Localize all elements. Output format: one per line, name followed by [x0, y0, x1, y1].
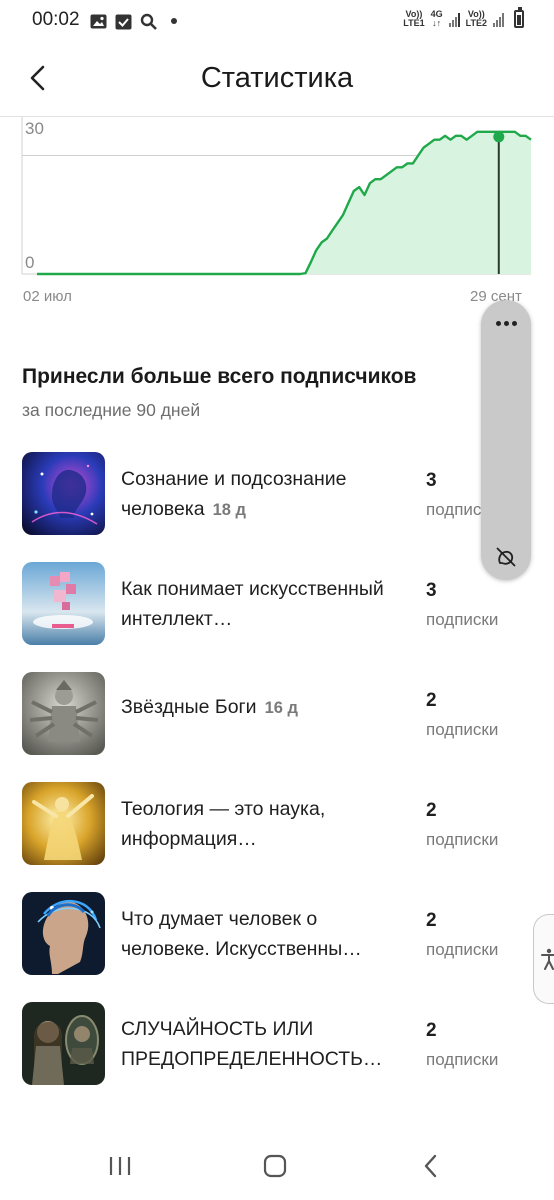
subscriber-count: 2 — [426, 1020, 437, 1041]
network-4g-label: 4G ↓↑ — [430, 9, 443, 28]
list-item[interactable]: СЛУЧАЙНОСТЬ ИЛИ ПРЕДОПРЕДЕЛЕННОСТЬ… 2 по… — [0, 1002, 554, 1112]
chart-svg — [0, 116, 554, 276]
nav-back-button[interactable] — [406, 1148, 456, 1184]
dot-icon — [171, 18, 177, 24]
article-title: Как понимает искусственный интеллект… — [121, 578, 384, 630]
floating-panel[interactable] — [481, 300, 531, 580]
sim2-label: Vo)) LTE2 — [465, 9, 487, 28]
subscriber-count: 2 — [426, 910, 437, 931]
subscriber-unit: подписки — [426, 940, 499, 959]
more-horizontal-icon[interactable] — [481, 308, 531, 338]
article-thumbnail — [22, 672, 105, 755]
battery-fill — [517, 15, 521, 25]
status-right: Vo)) LTE1 4G ↓↑ Vo)) LTE2 — [403, 7, 524, 28]
list-item[interactable]: Что думает человек о человеке. Искусстве… — [0, 892, 554, 1002]
recents-button[interactable] — [95, 1148, 145, 1184]
list-item[interactable]: Теология — это наука, информация… 2 подп… — [0, 782, 554, 892]
section-title: Принесли больше всего подписчиков — [22, 365, 417, 388]
chart-area — [37, 131, 531, 274]
subscriber-unit: подписки — [426, 1050, 499, 1069]
article-thumbnail — [22, 1002, 105, 1085]
status-bar: 00:02 Vo)) LTE1 4G ↓↑ Vo)) LTE2 — [0, 0, 554, 44]
header: Статистика — [0, 44, 554, 116]
article-title: Теология — это наука, информация… — [121, 798, 326, 850]
calendar-check-icon — [115, 13, 132, 30]
article-thumbnail — [22, 452, 105, 535]
subscriber-unit: подписки — [426, 610, 499, 629]
y-tick-label: 30 — [25, 119, 44, 138]
home-button[interactable] — [250, 1148, 300, 1184]
hide-panel-icon[interactable] — [489, 540, 523, 574]
home-icon — [263, 1154, 287, 1178]
article-title: Звёздные Боги 16 д — [121, 696, 298, 718]
x-tick-label: 02 июл — [23, 288, 72, 305]
article-thumbnail — [22, 562, 105, 645]
section-subtitle: за последние 90 дней — [22, 400, 201, 420]
search-icon — [140, 13, 157, 30]
status-time: 00:02 — [32, 9, 80, 30]
article-age: 18 д — [212, 501, 247, 519]
signal-icon — [448, 11, 460, 27]
gallery-icon — [90, 13, 107, 30]
accessibility-button[interactable] — [533, 914, 554, 1004]
y-tick-label: 0 — [25, 253, 35, 272]
chart-selection-point — [493, 131, 505, 143]
article-title: Что думает человек о человеке. Искусстве… — [121, 908, 362, 960]
article-thumbnail — [22, 892, 105, 975]
list-item[interactable]: Звёздные Боги 16 д 2 подписки — [0, 672, 554, 782]
back-icon — [424, 1154, 437, 1178]
page-title: Статистика — [200, 62, 354, 94]
subscriber-unit: подписки — [426, 720, 499, 739]
article-age: 16 д — [264, 699, 298, 717]
sim1-label: Vo)) LTE1 — [403, 9, 425, 28]
accessibility-icon — [540, 948, 554, 970]
signal-icon — [493, 11, 504, 27]
subscriber-unit: подписки — [426, 830, 499, 849]
subscriber-count: 2 — [426, 800, 437, 821]
navigation-bar — [0, 1130, 554, 1200]
subscribers-chart[interactable]: 02 июл 29 сент 30 0 — [0, 116, 554, 316]
subscriber-count: 3 — [426, 470, 437, 491]
list-item[interactable]: Как понимает искусственный интеллект… 3 … — [0, 562, 554, 672]
article-title: Сознание и подсознание человека 18 д — [121, 468, 347, 520]
article-thumbnail — [22, 782, 105, 865]
recents-icon — [109, 1157, 131, 1175]
article-title: СЛУЧАЙНОСТЬ ИЛИ ПРЕДОПРЕДЕЛЕННОСТЬ… — [121, 1018, 383, 1070]
subscriber-count: 3 — [426, 580, 437, 601]
battery-icon — [514, 7, 524, 28]
list-item[interactable]: Сознание и подсознание человека 18 д 3 по… — [0, 452, 554, 562]
status-icons-left — [90, 11, 177, 31]
subscriber-count: 2 — [426, 690, 437, 711]
